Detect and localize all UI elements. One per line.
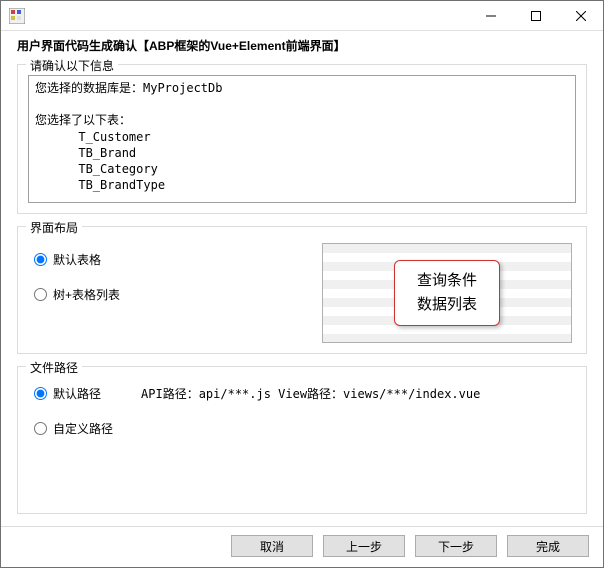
preview-line1: 查询条件 (417, 269, 477, 293)
path-fieldset: 文件路径 默认路径 API路径：api/***.js View路径：views/… (17, 366, 587, 514)
next-button[interactable]: 下一步 (415, 535, 497, 557)
layout-legend: 界面布局 (26, 219, 82, 236)
layout-radio-group: 默认表格 树+表格列表 (28, 243, 124, 311)
radio-default-table-input[interactable] (34, 253, 47, 266)
radio-default-table-label: 默认表格 (53, 251, 101, 268)
footer: 取消 上一步 下一步 完成 (1, 526, 603, 567)
titlebar (1, 1, 603, 31)
radio-default-path-input[interactable] (34, 387, 47, 400)
radio-default-path[interactable]: 默认路径 (34, 385, 101, 402)
layout-preview-card: 查询条件 数据列表 (394, 260, 500, 326)
preview-line2: 数据列表 (417, 293, 477, 317)
layout-preview: 查询条件 数据列表 (322, 243, 572, 343)
client-area: 用户界面代码生成确认【ABP框架的Vue+Element前端界面】 请确认以下信… (1, 31, 603, 526)
radio-default-path-label: 默认路径 (53, 385, 101, 402)
radio-tree-table[interactable]: 树+表格列表 (34, 286, 120, 303)
finish-button[interactable]: 完成 (507, 535, 589, 557)
radio-custom-path-input[interactable] (34, 422, 47, 435)
app-icon (9, 8, 25, 24)
radio-custom-path[interactable]: 自定义路径 (34, 420, 572, 437)
radio-tree-table-label: 树+表格列表 (53, 286, 120, 303)
confirm-info-text[interactable]: 您选择的数据库是：MyProjectDb 您选择了以下表： T_Customer… (28, 75, 576, 203)
path-hint: API路径：api/***.js View路径：views/***/index.… (141, 385, 480, 402)
confirm-fieldset: 请确认以下信息 您选择的数据库是：MyProjectDb 您选择了以下表： T_… (17, 64, 587, 214)
path-legend: 文件路径 (26, 359, 82, 376)
minimize-button[interactable] (468, 1, 513, 30)
maximize-button[interactable] (513, 1, 558, 30)
cancel-button[interactable]: 取消 (231, 535, 313, 557)
dialog-title: 用户界面代码生成确认【ABP框架的Vue+Element前端界面】 (17, 37, 587, 54)
close-button[interactable] (558, 1, 603, 30)
layout-fieldset: 界面布局 默认表格 树+表格列表 查询条件 数据列表 (17, 226, 587, 354)
dialog-window: 用户界面代码生成确认【ABP框架的Vue+Element前端界面】 请确认以下信… (0, 0, 604, 568)
radio-custom-path-label: 自定义路径 (53, 420, 113, 437)
confirm-legend: 请确认以下信息 (26, 57, 118, 74)
radio-default-table[interactable]: 默认表格 (34, 251, 120, 268)
radio-tree-table-input[interactable] (34, 288, 47, 301)
prev-button[interactable]: 上一步 (323, 535, 405, 557)
